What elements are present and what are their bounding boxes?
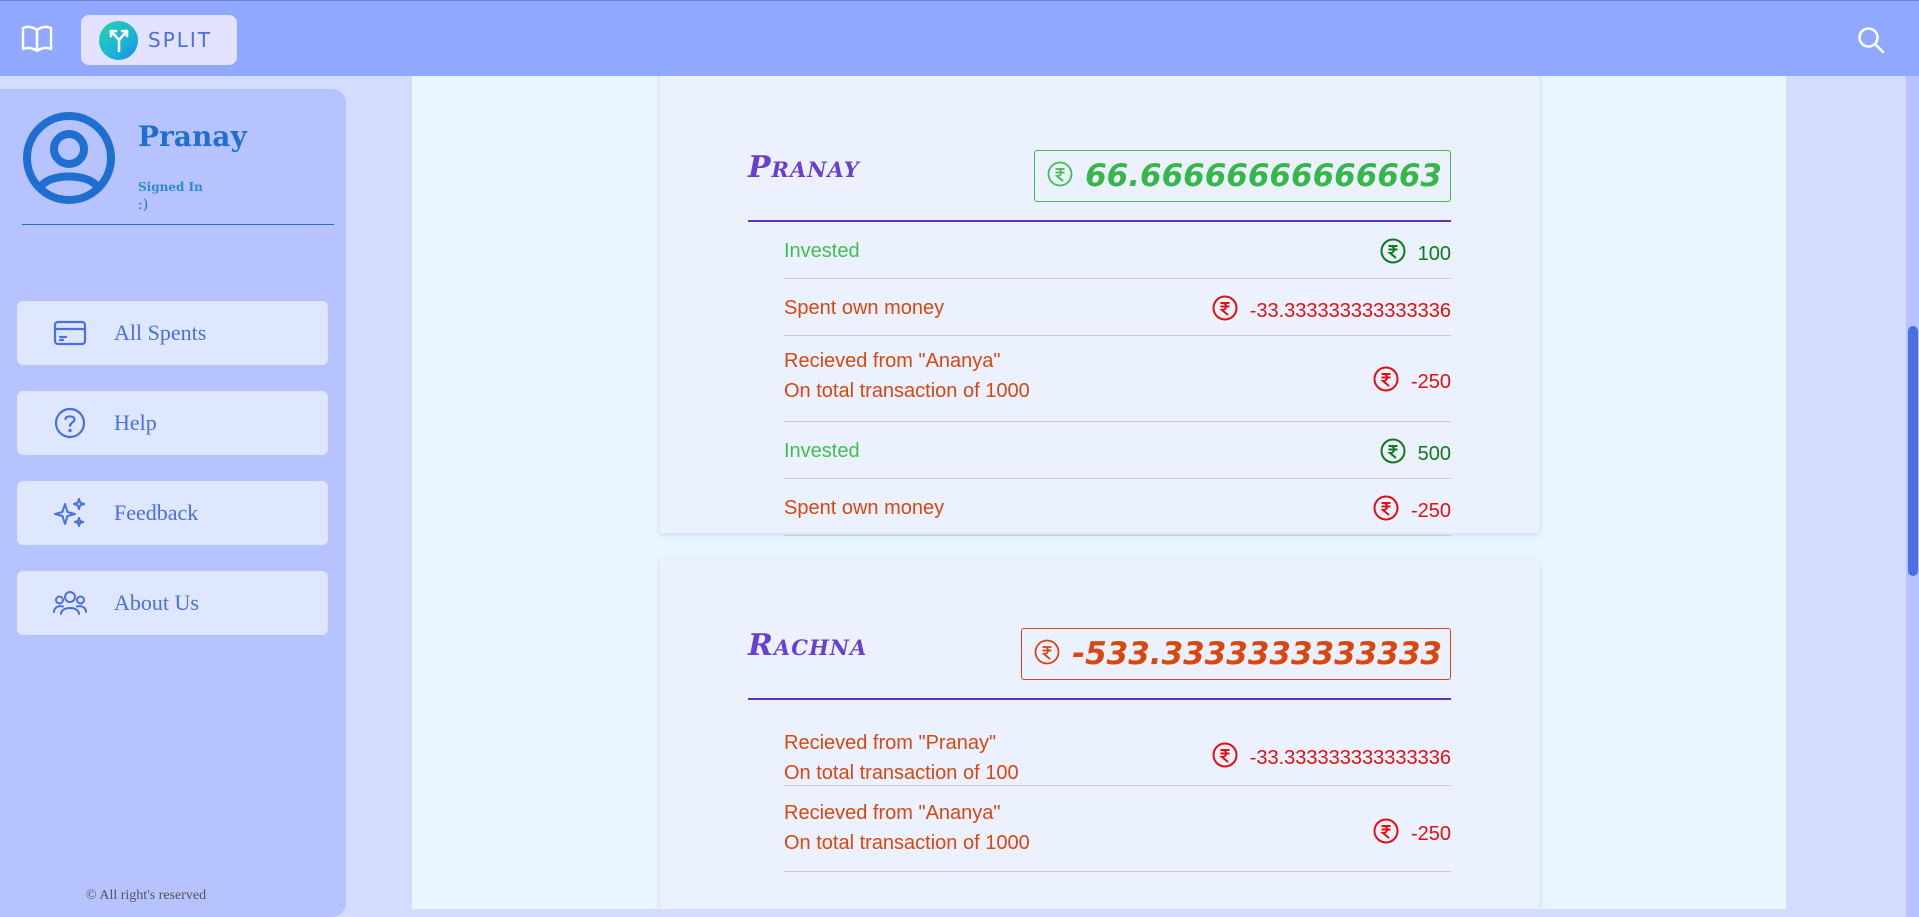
transaction-amount: 100 — [1380, 238, 1451, 270]
sidebar: Pranay Signed In :) All Spents Help Feed… — [0, 89, 346, 917]
sidebar-item-label: Help — [114, 410, 157, 435]
person-card-rachna: Rachna -533.3333333333333 Recieved from … — [660, 560, 1539, 909]
person-name: Rachna — [748, 628, 868, 663]
transaction-label: Invested — [784, 440, 860, 462]
rupee-icon — [1047, 161, 1073, 191]
copyright-text: © All right's reserved — [86, 888, 207, 903]
transaction-amount-value: -250 — [1410, 822, 1451, 845]
transaction-amount: -33.333333333333336 — [1212, 295, 1451, 327]
rupee-icon — [1373, 818, 1399, 850]
transaction-sublabel: On total transaction of 1000 — [784, 380, 1030, 402]
profile-status: Signed In — [138, 180, 203, 194]
search-icon[interactable] — [1856, 25, 1886, 55]
transaction-amount: -33.333333333333336 — [1212, 742, 1451, 774]
sidebar-item-all-spents[interactable]: All Spents — [17, 301, 328, 365]
sidebar-item-label: Feedback — [114, 500, 199, 525]
transaction-row: Spent own money -250 — [784, 479, 1451, 536]
sidebar-item-label: About Us — [114, 590, 199, 615]
transaction-sublabel: On total transaction of 1000 — [784, 832, 1030, 854]
person-card-pranay: Pranay 66.66666666666663 Invested 100 Sp… — [660, 76, 1539, 536]
split-arrows-icon — [99, 20, 138, 60]
transaction-row: Recieved from "Ananya" On total transact… — [784, 786, 1451, 872]
transaction-label: Recieved from "Ananya" — [784, 350, 1001, 372]
book-open-icon[interactable] — [20, 23, 54, 55]
sparkles-icon — [53, 497, 87, 529]
transaction-label: Spent own money — [784, 497, 945, 519]
transaction-amount: 500 — [1380, 438, 1451, 470]
transaction-row: Invested 500 — [784, 422, 1451, 479]
profile-note: :) — [138, 197, 149, 213]
transaction-row: Spent own money -33.333333333333336 — [784, 279, 1451, 336]
transaction-amount-value: -250 — [1410, 370, 1451, 393]
transaction-amount: -250 — [1373, 818, 1451, 850]
balance-total: 66.66666666666663 — [1034, 150, 1451, 202]
sidebar-item-feedback[interactable]: Feedback — [17, 481, 328, 545]
transaction-label: Recieved from "Pranay" — [784, 732, 997, 754]
rupee-icon — [1212, 742, 1238, 774]
profile-name: Pranay — [138, 120, 247, 153]
user-avatar-icon — [22, 111, 116, 205]
credit-card-icon — [53, 317, 87, 349]
balance-amount: -533.3333333333333 — [1072, 636, 1442, 672]
scrollbar-thumb[interactable] — [1908, 326, 1918, 576]
top-bar: SPLIT — [0, 0, 1919, 76]
transaction-amount-value: 500 — [1417, 442, 1451, 465]
transaction-label: Invested — [784, 240, 860, 262]
transaction-amount-value: -33.333333333333336 — [1249, 746, 1451, 769]
rupee-icon — [1212, 295, 1238, 327]
main-content[interactable]: Pranay 66.66666666666663 Invested 100 Sp… — [412, 76, 1786, 909]
sidebar-item-about-us[interactable]: About Us — [17, 571, 328, 635]
profile-section: Pranay Signed In :) — [22, 111, 332, 226]
transaction-amount: -250 — [1373, 366, 1451, 398]
transaction-row: Recieved from "Pranay" On total transact… — [784, 700, 1451, 786]
transaction-sublabel: On total transaction of 100 — [784, 762, 1019, 784]
sidebar-item-help[interactable]: Help — [17, 391, 328, 455]
question-circle-icon — [53, 407, 87, 439]
app-logo-button[interactable]: SPLIT — [81, 15, 237, 65]
transaction-amount-value: -33.333333333333336 — [1249, 299, 1451, 322]
transaction-amount-value: 100 — [1417, 242, 1451, 265]
transaction-row: Recieved from "Ananya" On total transact… — [784, 336, 1451, 422]
transaction-label: Spent own money — [784, 297, 945, 319]
balance-amount: 66.66666666666663 — [1085, 158, 1442, 194]
app-name: SPLIT — [148, 28, 213, 52]
users-icon — [53, 587, 87, 619]
transaction-row: Invested 100 — [784, 222, 1451, 279]
profile-divider — [22, 224, 334, 225]
rupee-icon — [1373, 495, 1399, 527]
rupee-icon — [1380, 238, 1406, 270]
transaction-amount: -250 — [1373, 495, 1451, 527]
sidebar-item-label: All Spents — [114, 320, 207, 345]
rupee-icon — [1373, 366, 1399, 398]
transaction-amount-value: -250 — [1410, 499, 1451, 522]
rupee-icon — [1034, 639, 1060, 669]
balance-total: -533.3333333333333 — [1021, 628, 1451, 680]
transaction-label: Recieved from "Ananya" — [784, 802, 1001, 824]
rupee-icon — [1380, 438, 1406, 470]
person-name: Pranay — [748, 150, 860, 185]
